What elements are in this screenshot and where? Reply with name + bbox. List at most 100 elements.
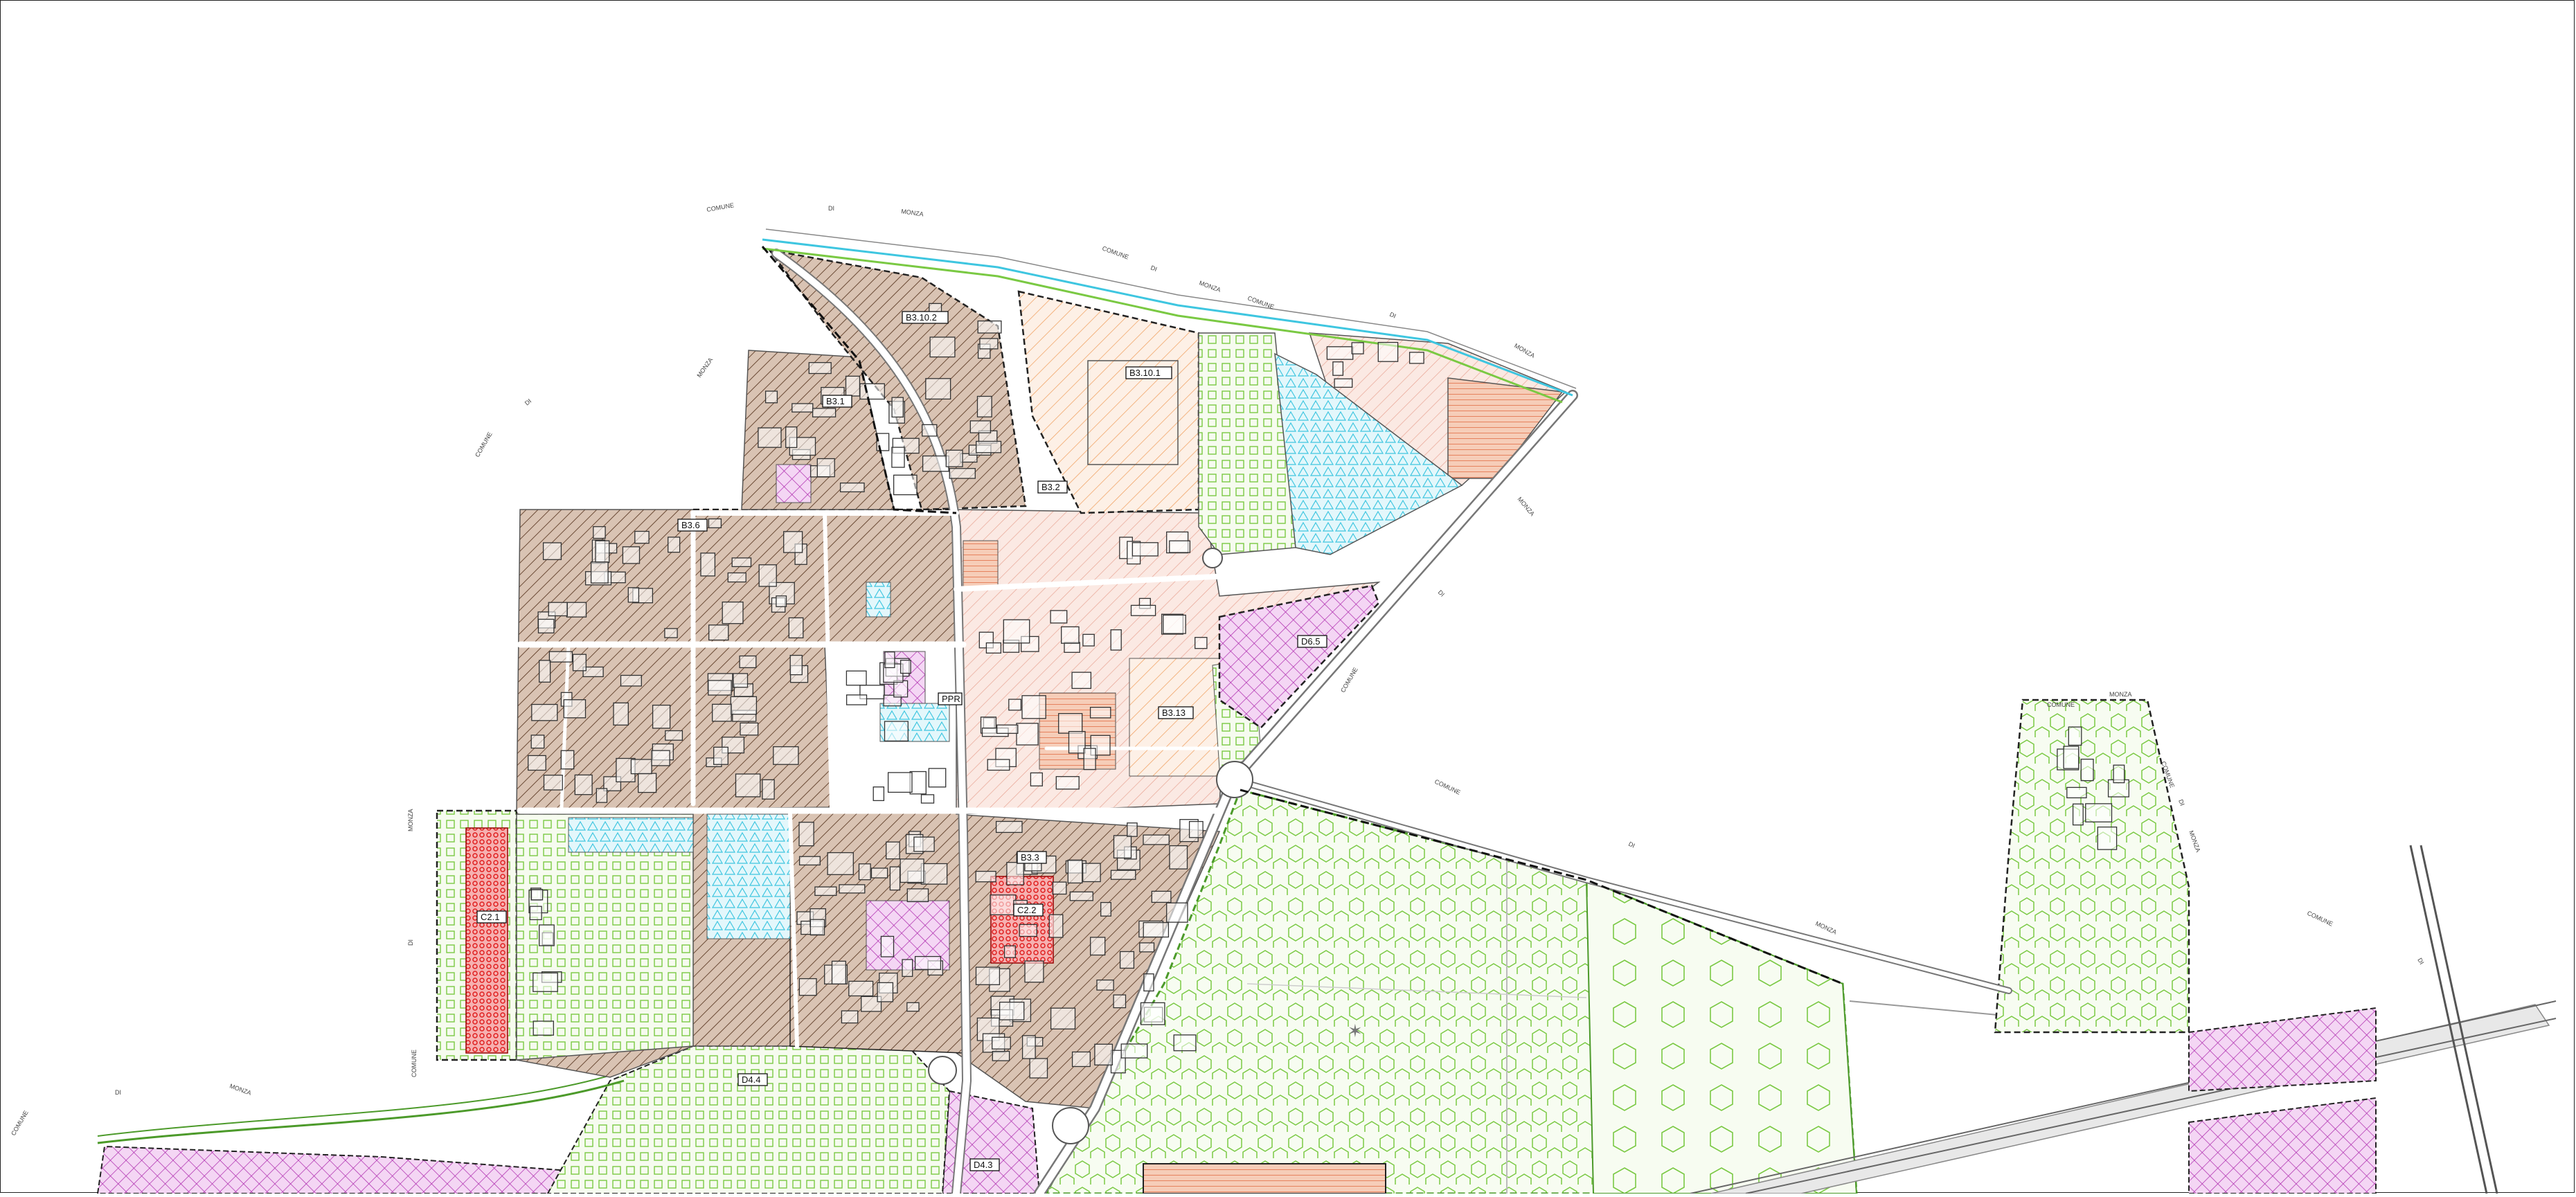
zone-label-d4-3[interactable]: D4.3 (969, 1158, 1000, 1171)
boundary-label: DI (115, 1089, 121, 1096)
building (1068, 730, 1086, 754)
building (664, 628, 678, 638)
building (900, 858, 924, 883)
zone-label-d6-5[interactable]: D6.5 (1297, 635, 1327, 648)
building (929, 336, 956, 358)
building (2080, 758, 2094, 782)
building (992, 1050, 1010, 1061)
building (1169, 540, 1191, 553)
building (870, 867, 888, 879)
building (945, 449, 963, 467)
zone-label-ppr[interactable]: PPR (938, 692, 963, 705)
building (563, 699, 587, 719)
building (846, 670, 867, 686)
building (798, 978, 817, 996)
boundary-label: DI (407, 939, 414, 946)
building (539, 660, 551, 683)
building (1113, 835, 1132, 858)
building (651, 750, 670, 766)
building (2113, 764, 2125, 784)
building (1188, 820, 1204, 838)
building (574, 774, 593, 795)
zone-label-d4-4[interactable]: D4.4 (737, 1073, 768, 1086)
zone-label-c2-2[interactable]: C2.2 (1013, 903, 1044, 917)
building (920, 794, 935, 804)
building (996, 724, 1019, 734)
zone-label-b3-1[interactable]: B3.1 (822, 395, 852, 408)
building (593, 526, 606, 539)
building (566, 602, 587, 618)
building (922, 424, 938, 437)
building (708, 680, 732, 696)
zone-label-b3-2[interactable]: B3.2 (1037, 480, 1068, 494)
building (1110, 629, 1122, 651)
building (712, 703, 732, 722)
boundary-label: MONZA (1513, 342, 1536, 359)
building (1071, 1051, 1091, 1068)
zone-label-b3-10-2[interactable]: B3.10.2 (902, 311, 949, 324)
boundary-label: COMUNE (474, 431, 494, 458)
building (1096, 979, 1114, 991)
building (891, 447, 905, 468)
building (730, 696, 758, 715)
building (925, 378, 951, 400)
zone-label-b3-10-1[interactable]: B3.10.1 (1125, 366, 1172, 379)
building (533, 1020, 554, 1036)
urban-zoning-map[interactable]: B3.10.2 B3.10.1 B3.1 B3.2 B3.6 B3.3 B3.13 PPR C2… (1, 1, 2575, 1197)
building (1058, 713, 1083, 734)
boundary-label: MONZA (1516, 496, 1536, 517)
boundary-label: MONZA (695, 357, 714, 379)
building (539, 924, 555, 946)
building (529, 906, 542, 921)
building (1326, 346, 1354, 360)
building (1083, 748, 1096, 771)
building (839, 483, 865, 493)
building (1061, 626, 1080, 644)
building (1143, 921, 1170, 938)
building (2063, 746, 2079, 769)
building (995, 820, 1023, 834)
boundary-label: COMUNE (1101, 244, 1129, 260)
zone-label-b3-6[interactable]: B3.6 (677, 519, 708, 532)
north-star-icon: ✶ (1348, 1020, 1363, 1041)
building (913, 836, 935, 852)
building (906, 888, 929, 903)
building (1143, 834, 1170, 845)
svg-text:B3.13: B3.13 (1162, 708, 1186, 718)
building (700, 552, 716, 577)
boundary-label: DI (524, 397, 533, 406)
building (1408, 352, 1424, 364)
svg-text:D4.4: D4.4 (742, 1074, 760, 1085)
building (739, 655, 757, 669)
zone-label-b3-3[interactable]: B3.3 (1017, 851, 1047, 864)
building (530, 888, 544, 901)
building (887, 772, 913, 793)
building (764, 390, 778, 404)
building (735, 773, 761, 798)
building (1169, 845, 1188, 870)
building (976, 395, 992, 417)
zone-label-c2-1[interactable]: C2.1 (476, 910, 507, 924)
building (537, 618, 555, 633)
boundary-label: COMUNE (1339, 666, 1359, 694)
building (758, 427, 782, 448)
building (528, 755, 546, 771)
boundary-label: COMUNE (2047, 701, 2075, 708)
building (902, 959, 913, 978)
building (1377, 341, 1399, 362)
building (542, 542, 562, 560)
svg-text:B3.10.2: B3.10.2 (906, 312, 937, 323)
building (975, 870, 996, 883)
building (979, 338, 999, 350)
building (1021, 695, 1046, 719)
zone-label-b3-13[interactable]: B3.13 (1158, 706, 1194, 719)
building (1055, 776, 1080, 790)
boundary-label: DI (1388, 311, 1397, 320)
building (808, 362, 832, 375)
building (595, 540, 610, 564)
building (1120, 1043, 1148, 1059)
building (1003, 945, 1016, 958)
building (884, 651, 895, 669)
building (976, 440, 1002, 453)
building (572, 654, 587, 672)
